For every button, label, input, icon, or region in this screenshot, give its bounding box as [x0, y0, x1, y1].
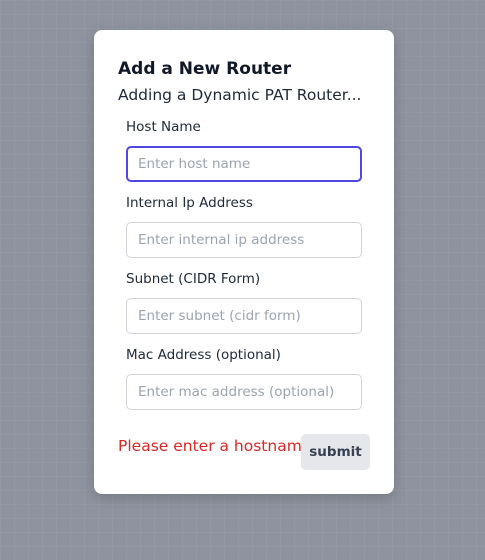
dialog-subtitle: Adding a Dynamic PAT Router... [118, 86, 362, 104]
hostname-error-message: Please enter a hostname [118, 437, 312, 455]
subnet-field: Subnet (CIDR Form) [126, 270, 362, 334]
mac-address-field: Mac Address (optional) [126, 346, 362, 410]
mac-address-input[interactable] [126, 374, 362, 410]
subnet-label: Subnet (CIDR Form) [126, 271, 261, 287]
host-name-field: Host Name [126, 118, 362, 182]
subnet-input[interactable] [126, 298, 362, 334]
host-name-label: Host Name [126, 119, 201, 135]
internal-ip-field: Internal Ip Address [126, 194, 362, 258]
internal-ip-input[interactable] [126, 222, 362, 258]
mac-address-label: Mac Address (optional) [126, 347, 281, 363]
dialog-title: Add a New Router [118, 59, 292, 79]
host-name-input[interactable] [126, 146, 362, 182]
add-router-dialog: Add a New Router Adding a Dynamic PAT Ro… [94, 30, 394, 494]
submit-button[interactable]: submit [301, 434, 370, 470]
internal-ip-label: Internal Ip Address [126, 195, 253, 211]
